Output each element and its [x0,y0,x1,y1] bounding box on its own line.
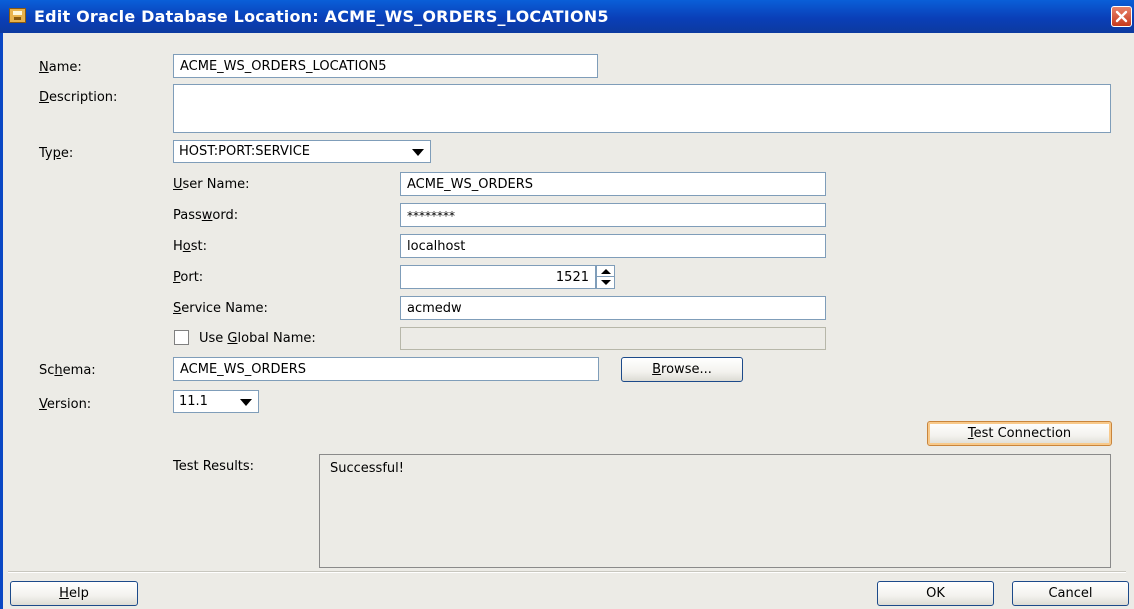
edit-location-dialog: Edit Oracle Database Location: ACME_WS_O… [0,0,1134,609]
title-bar[interactable]: Edit Oracle Database Location: ACME_WS_O… [0,0,1134,33]
use-global-name-checkbox[interactable] [174,330,189,345]
description-textarea[interactable] [173,84,1111,133]
help-button[interactable]: Help [10,581,138,606]
type-dropdown[interactable]: HOST:PORT:SERVICE [173,140,431,163]
version-label: Version: [39,397,92,412]
close-button[interactable] [1111,6,1132,27]
schema-label: Schema: [39,363,96,378]
port-input[interactable]: 1521 [400,265,596,289]
name-label: Name: [39,60,82,75]
footer-divider [8,571,1126,573]
description-label: Description: [39,90,118,105]
global-name-input [400,327,826,350]
database-location-icon [9,8,26,23]
ok-button[interactable]: OK [877,581,994,606]
arrow-up-icon[interactable] [597,266,614,277]
browse-button[interactable]: Browse... [621,357,743,382]
password-input[interactable]: ******** [400,203,826,227]
close-icon [1115,10,1128,23]
port-label: Port: [173,270,204,285]
port-stepper[interactable] [596,265,615,289]
use-global-name-label: Use Global Name: [199,331,316,346]
name-input[interactable]: ACME_WS_ORDERS_LOCATION5 [173,54,598,78]
test-results-box: Successful! [319,454,1111,568]
arrow-down-icon[interactable] [597,277,614,288]
test-results-label: Test Results: [173,459,255,474]
test-connection-button[interactable]: Test Connection [927,421,1112,446]
cancel-button[interactable]: Cancel [1012,581,1129,606]
host-label: Host: [173,239,207,254]
user-name-input[interactable]: ACME_WS_ORDERS [400,172,826,196]
window-border [0,33,3,609]
schema-input[interactable]: ACME_WS_ORDERS [173,357,599,381]
chevron-down-icon [240,399,252,406]
chevron-down-icon [412,149,424,156]
version-dropdown-value: 11.1 [179,394,208,409]
user-name-label: User Name: [173,177,250,192]
type-label: Type: [39,146,74,161]
service-name-input[interactable]: acmedw [400,296,826,320]
service-name-label: Service Name: [173,301,268,316]
host-input[interactable]: localhost [400,234,826,258]
dialog-title: Edit Oracle Database Location: ACME_WS_O… [34,7,609,26]
version-dropdown[interactable]: 11.1 [173,390,259,413]
password-label: Password: [173,208,239,223]
type-dropdown-value: HOST:PORT:SERVICE [179,144,311,159]
